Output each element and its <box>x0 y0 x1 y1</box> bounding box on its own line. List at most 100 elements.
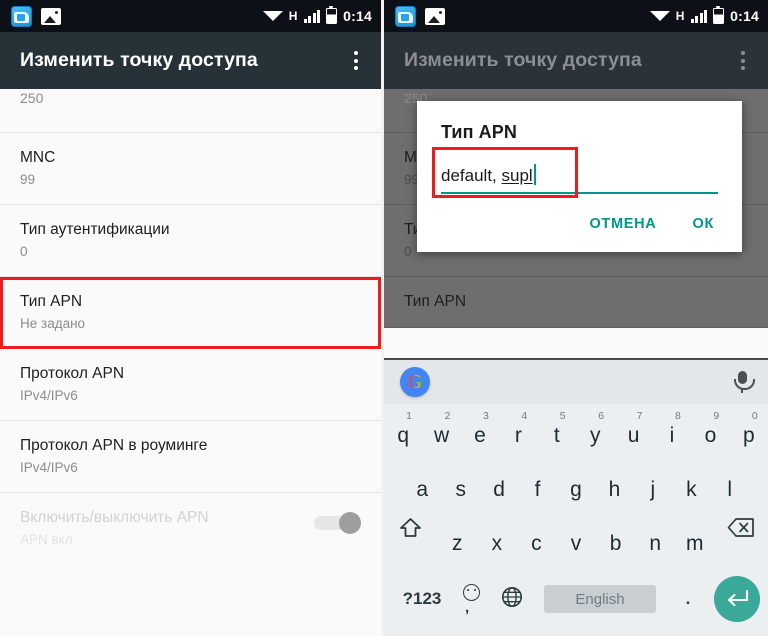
keyboard-row-4: ?123 , English . <box>384 571 768 627</box>
status-bar-system-icons: H 0:14 <box>649 0 759 32</box>
key-z[interactable]: z <box>437 517 477 571</box>
key-t[interactable]: 5t <box>538 409 576 463</box>
key-j[interactable]: j <box>634 463 672 517</box>
key-o[interactable]: 9o <box>691 409 729 463</box>
list-item-value: IPv4/IPv6 <box>20 388 78 403</box>
overflow-menu-icon[interactable] <box>732 51 754 70</box>
left-screen: H 0:14 Изменить точку доступа 250 MNC 99… <box>0 0 381 636</box>
key-label: o <box>704 424 717 447</box>
list-item-value: 0 <box>20 244 28 259</box>
input-text-composing: supl <box>501 166 533 185</box>
key-m[interactable]: m <box>675 517 715 571</box>
key-number: 6 <box>598 410 605 422</box>
space-key[interactable]: English <box>544 585 656 613</box>
key-p[interactable]: 0p <box>730 409 768 463</box>
key-y[interactable]: 6y <box>576 409 614 463</box>
globe-icon <box>502 586 522 607</box>
list-item-apn-type[interactable]: Тип APN Не задано <box>0 277 381 349</box>
list-item-apn-enable[interactable]: Включить/выключить APN APN вкл <box>0 493 381 564</box>
key-f[interactable]: f <box>518 463 556 517</box>
key-r[interactable]: 4r <box>499 409 537 463</box>
key-label: u <box>627 424 640 447</box>
toggle-thumb <box>339 512 361 534</box>
apn-type-dialog: Тип APN default, supl ОТМЕНА ОК <box>417 101 742 252</box>
key-n[interactable]: n <box>635 517 675 571</box>
key-label: p <box>742 424 755 447</box>
key-u[interactable]: 7u <box>614 409 652 463</box>
list-item-label: Включить/выключить APN <box>20 509 209 526</box>
dialog-title: Тип APN <box>441 122 517 142</box>
list-item-value: 250 <box>20 90 44 106</box>
dialog-actions: ОТМЕНА ОК <box>417 194 742 252</box>
list-item-mnc[interactable]: MNC 99 <box>0 133 381 205</box>
key-b[interactable]: b <box>596 517 636 571</box>
key-label: b <box>609 532 622 555</box>
microphone-icon[interactable] <box>732 370 755 394</box>
list-item-value: Не задано <box>20 316 86 331</box>
network-type-label: H <box>675 9 685 23</box>
key-a[interactable]: a <box>403 463 441 517</box>
text-cursor <box>533 164 536 185</box>
google-g-icon[interactable]: G <box>400 367 430 397</box>
key-g[interactable]: g <box>557 463 595 517</box>
on-screen-keyboard: G 1q 2w 3e 4r 5t 6y 7u 8i 9o 0p a s d f … <box>384 358 768 636</box>
key-i[interactable]: 8i <box>653 409 691 463</box>
shift-key[interactable] <box>384 517 437 571</box>
keyboard-row-2: a s d f g h j k l <box>384 463 768 517</box>
emoji-comma-icon[interactable]: , <box>452 584 490 615</box>
key-label: c <box>531 532 542 555</box>
status-bar-notification-icons <box>0 5 61 27</box>
key-d[interactable]: d <box>480 463 518 517</box>
list-item-apn-roaming-protocol[interactable]: Протокол APN в роуминге IPv4/IPv6 <box>0 421 381 493</box>
dual-screenshot-container: H 0:14 Изменить точку доступа 250 MNC 99… <box>0 0 768 636</box>
key-label: t <box>553 424 560 447</box>
ok-button[interactable]: ОК <box>692 216 714 232</box>
network-type-label: H <box>288 9 298 23</box>
key-v[interactable]: v <box>556 517 596 571</box>
settings-list[interactable]: 250 MNC 99 Тип аутентификации 0 Тип APN … <box>0 89 381 564</box>
apn-type-input[interactable]: default, supl <box>441 163 718 189</box>
key-number: 9 <box>713 410 720 422</box>
input-text-plain: default, <box>441 166 502 185</box>
key-e[interactable]: 3e <box>461 409 499 463</box>
list-item-value: 99 <box>20 172 36 187</box>
key-label: w <box>433 424 450 447</box>
key-label: l <box>727 478 733 501</box>
keyboard-rows: 1q 2w 3e 4r 5t 6y 7u 8i 9o 0p a s d f g <box>384 404 768 627</box>
key-q[interactable]: 1q <box>384 409 422 463</box>
list-item-label: Тип APN <box>404 293 467 310</box>
key-label: e <box>474 424 486 447</box>
language-globe-icon[interactable] <box>490 586 534 613</box>
keyboard-language-label: English <box>575 590 625 608</box>
battery-icon <box>713 5 725 24</box>
key-x[interactable]: x <box>477 517 517 571</box>
key-c[interactable]: c <box>517 517 557 571</box>
backspace-key[interactable] <box>715 517 768 571</box>
key-label: i <box>669 424 675 447</box>
key-label: q <box>397 424 410 447</box>
dialog-input-field[interactable]: default, supl <box>432 147 718 198</box>
list-item-auth-type[interactable]: Тип аутентификации 0 <box>0 205 381 277</box>
key-w[interactable]: 2w <box>422 409 460 463</box>
apn-enable-toggle[interactable] <box>314 512 361 534</box>
list-item[interactable]: 250 <box>0 89 381 133</box>
symbols-key[interactable]: ?123 <box>392 589 452 609</box>
key-l[interactable]: l <box>711 463 749 517</box>
overflow-menu-icon[interactable] <box>345 51 367 70</box>
key-label: z <box>451 532 463 555</box>
key-h[interactable]: h <box>595 463 633 517</box>
cancel-button[interactable]: ОТМЕНА <box>589 216 656 232</box>
key-k[interactable]: k <box>672 463 710 517</box>
key-number: 5 <box>559 410 566 422</box>
page-title: Изменить точку доступа <box>404 49 642 71</box>
key-s[interactable]: s <box>441 463 479 517</box>
list-item-apn-type: Тип APN <box>384 277 768 328</box>
status-bar-system-icons: H 0:14 <box>262 0 372 32</box>
key-label: d <box>493 478 505 501</box>
list-item-apn-protocol[interactable]: Протокол APN IPv4/IPv6 <box>0 349 381 421</box>
key-number: 8 <box>675 410 681 422</box>
enter-key[interactable] <box>714 576 760 622</box>
enter-icon <box>727 589 749 607</box>
period-key[interactable]: . <box>666 590 710 607</box>
wifi-icon <box>262 10 283 21</box>
